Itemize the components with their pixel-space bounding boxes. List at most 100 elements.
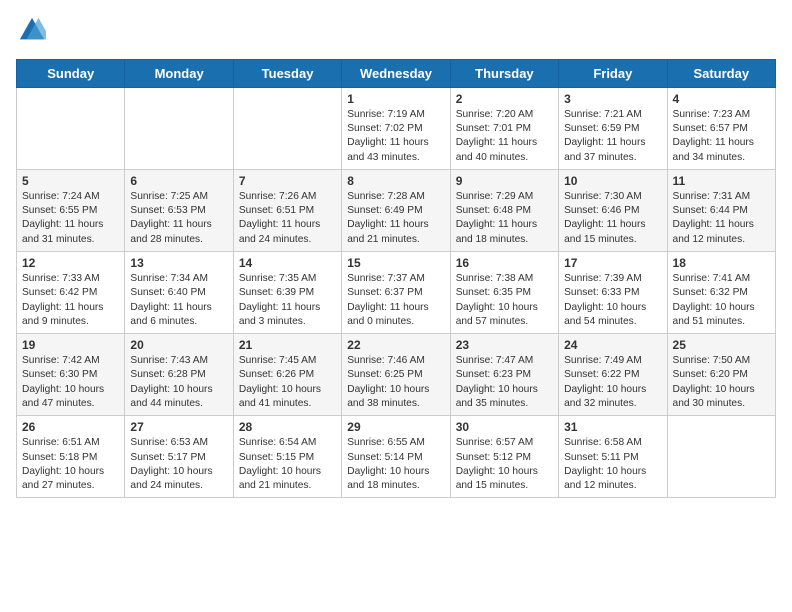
day-number: 20 <box>130 338 227 352</box>
day-number: 1 <box>347 92 444 106</box>
day-info: Sunrise: 7:41 AM Sunset: 6:32 PM Dayligh… <box>673 272 770 329</box>
calendar-cell: 13Sunrise: 7:34 AM Sunset: 6:40 PM Dayli… <box>125 252 233 334</box>
day-number: 7 <box>239 174 336 188</box>
day-number: 2 <box>456 92 553 106</box>
calendar-cell: 10 Sunrise: 7:30 AM Sunset: 6:46 PM Dayli… <box>559 169 667 251</box>
day-info: Sunrise: 6:54 AM Sunset: 5:15 PM Dayligh… <box>239 436 336 493</box>
day-info: Sunrise: 6:55 AM Sunset: 5:14 PM Dayligh… <box>347 436 444 493</box>
day-info: Sunrise: 6:51 AM Sunset: 5:18 PM Dayligh… <box>22 436 119 493</box>
day-info: Sunrise: 7:19 AM Sunset: 7:02 PM Dayligh… <box>347 108 444 165</box>
day-number: 26 <box>22 420 119 434</box>
day-info: Sunrise: 7:49 AM Sunset: 6:22 PM Dayligh… <box>564 354 661 411</box>
calendar-cell: 14Sunrise: 7:35 AM Sunset: 6:39 PM Dayli… <box>233 252 341 334</box>
calendar-cell <box>125 87 233 169</box>
day-number: 25 <box>673 338 770 352</box>
day-number: 13 <box>130 256 227 270</box>
day-number: 16 <box>456 256 553 270</box>
day-info: Sunrise: 7:37 AM Sunset: 6:37 PM Dayligh… <box>347 272 444 329</box>
day-info: Sunrise: 7:25 AM Sunset: 6:53 PM Dayligh… <box>130 190 227 247</box>
day-number: 4 <box>673 92 770 106</box>
calendar-cell: 22 Sunrise: 7:46 AM Sunset: 6:25 PM Dayli… <box>342 334 450 416</box>
day-number: 31 <box>564 420 661 434</box>
day-info: Sunrise: 7:39 AM Sunset: 6:33 PM Dayligh… <box>564 272 661 329</box>
calendar-cell: 8Sunrise: 7:28 AM Sunset: 6:49 PM Daylig… <box>342 169 450 251</box>
calendar-cell: 31 Sunrise: 6:58 AM Sunset: 5:11 PM Dayli… <box>559 416 667 498</box>
day-info: Sunrise: 7:28 AM Sunset: 6:49 PM Dayligh… <box>347 190 444 247</box>
day-info: Sunrise: 7:24 AM Sunset: 6:55 PM Dayligh… <box>22 190 119 247</box>
calendar-week-row: 12 Sunrise: 7:33 AM Sunset: 6:42 PM Dayli… <box>17 252 776 334</box>
day-number: 12 <box>22 256 119 270</box>
weekday-header-thursday: Thursday <box>450 59 558 87</box>
calendar-cell <box>667 416 775 498</box>
calendar-cell: 27Sunrise: 6:53 AM Sunset: 5:17 PM Dayli… <box>125 416 233 498</box>
weekday-header-wednesday: Wednesday <box>342 59 450 87</box>
calendar-cell: 20 Sunrise: 7:43 AM Sunset: 6:28 PM Dayli… <box>125 334 233 416</box>
calendar-week-row: 1 Sunrise: 7:19 AM Sunset: 7:02 PM Daylig… <box>17 87 776 169</box>
day-info: Sunrise: 7:43 AM Sunset: 6:28 PM Dayligh… <box>130 354 227 411</box>
calendar-cell: 6 Sunrise: 7:25 AM Sunset: 6:53 PM Daylig… <box>125 169 233 251</box>
weekday-header-saturday: Saturday <box>667 59 775 87</box>
day-info: Sunrise: 7:42 AM Sunset: 6:30 PM Dayligh… <box>22 354 119 411</box>
calendar-cell: 30 Sunrise: 6:57 AM Sunset: 5:12 PM Dayli… <box>450 416 558 498</box>
day-info: Sunrise: 6:58 AM Sunset: 5:11 PM Dayligh… <box>564 436 661 493</box>
calendar-cell: 18 Sunrise: 7:41 AM Sunset: 6:32 PM Dayli… <box>667 252 775 334</box>
day-number: 9 <box>456 174 553 188</box>
calendar-cell: 1 Sunrise: 7:19 AM Sunset: 7:02 PM Daylig… <box>342 87 450 169</box>
day-number: 24 <box>564 338 661 352</box>
calendar-cell: 3 Sunrise: 7:21 AM Sunset: 6:59 PM Daylig… <box>559 87 667 169</box>
day-info: Sunrise: 7:50 AM Sunset: 6:20 PM Dayligh… <box>673 354 770 411</box>
calendar-cell: 9Sunrise: 7:29 AM Sunset: 6:48 PM Daylig… <box>450 169 558 251</box>
calendar-cell: 25 Sunrise: 7:50 AM Sunset: 6:20 PM Dayli… <box>667 334 775 416</box>
day-info: Sunrise: 7:31 AM Sunset: 6:44 PM Dayligh… <box>673 190 770 247</box>
day-info: Sunrise: 6:57 AM Sunset: 5:12 PM Dayligh… <box>456 436 553 493</box>
calendar-cell: 7 Sunrise: 7:26 AM Sunset: 6:51 PM Daylig… <box>233 169 341 251</box>
day-number: 22 <box>347 338 444 352</box>
day-number: 6 <box>130 174 227 188</box>
day-info: Sunrise: 7:20 AM Sunset: 7:01 PM Dayligh… <box>456 108 553 165</box>
calendar-cell: 29Sunrise: 6:55 AM Sunset: 5:14 PM Dayli… <box>342 416 450 498</box>
calendar-cell <box>17 87 125 169</box>
weekday-header-tuesday: Tuesday <box>233 59 341 87</box>
day-number: 3 <box>564 92 661 106</box>
day-number: 18 <box>673 256 770 270</box>
logo <box>16 16 46 49</box>
day-info: Sunrise: 7:38 AM Sunset: 6:35 PM Dayligh… <box>456 272 553 329</box>
day-number: 10 <box>564 174 661 188</box>
day-info: Sunrise: 7:30 AM Sunset: 6:46 PM Dayligh… <box>564 190 661 247</box>
calendar-cell: 4Sunrise: 7:23 AM Sunset: 6:57 PM Daylig… <box>667 87 775 169</box>
calendar-cell: 15 Sunrise: 7:37 AM Sunset: 6:37 PM Dayli… <box>342 252 450 334</box>
calendar-cell: 17 Sunrise: 7:39 AM Sunset: 6:33 PM Dayli… <box>559 252 667 334</box>
calendar-cell: 11Sunrise: 7:31 AM Sunset: 6:44 PM Dayli… <box>667 169 775 251</box>
day-info: Sunrise: 7:33 AM Sunset: 6:42 PM Dayligh… <box>22 272 119 329</box>
calendar-cell: 23 Sunrise: 7:47 AM Sunset: 6:23 PM Dayli… <box>450 334 558 416</box>
day-number: 23 <box>456 338 553 352</box>
weekday-header-friday: Friday <box>559 59 667 87</box>
day-info: Sunrise: 6:53 AM Sunset: 5:17 PM Dayligh… <box>130 436 227 493</box>
calendar-header-row: SundayMondayTuesdayWednesdayThursdayFrid… <box>17 59 776 87</box>
day-number: 28 <box>239 420 336 434</box>
day-info: Sunrise: 7:26 AM Sunset: 6:51 PM Dayligh… <box>239 190 336 247</box>
page-header <box>16 16 776 49</box>
weekday-header-sunday: Sunday <box>17 59 125 87</box>
day-number: 19 <box>22 338 119 352</box>
calendar-cell: 19 Sunrise: 7:42 AM Sunset: 6:30 PM Dayli… <box>17 334 125 416</box>
calendar-week-row: 26 Sunrise: 6:51 AM Sunset: 5:18 PM Dayli… <box>17 416 776 498</box>
day-info: Sunrise: 7:47 AM Sunset: 6:23 PM Dayligh… <box>456 354 553 411</box>
day-number: 17 <box>564 256 661 270</box>
day-number: 14 <box>239 256 336 270</box>
day-number: 21 <box>239 338 336 352</box>
logo-icon <box>18 16 46 44</box>
calendar-week-row: 5 Sunrise: 7:24 AM Sunset: 6:55 PM Daylig… <box>17 169 776 251</box>
day-info: Sunrise: 7:45 AM Sunset: 6:26 PM Dayligh… <box>239 354 336 411</box>
day-info: Sunrise: 7:46 AM Sunset: 6:25 PM Dayligh… <box>347 354 444 411</box>
calendar-cell: 12 Sunrise: 7:33 AM Sunset: 6:42 PM Dayli… <box>17 252 125 334</box>
calendar-table: SundayMondayTuesdayWednesdayThursdayFrid… <box>16 59 776 499</box>
calendar-cell: 21 Sunrise: 7:45 AM Sunset: 6:26 PM Dayli… <box>233 334 341 416</box>
day-number: 15 <box>347 256 444 270</box>
day-number: 30 <box>456 420 553 434</box>
calendar-cell: 16 Sunrise: 7:38 AM Sunset: 6:35 PM Dayli… <box>450 252 558 334</box>
day-number: 5 <box>22 174 119 188</box>
calendar-cell: 26 Sunrise: 6:51 AM Sunset: 5:18 PM Dayli… <box>17 416 125 498</box>
calendar-cell: 5 Sunrise: 7:24 AM Sunset: 6:55 PM Daylig… <box>17 169 125 251</box>
day-info: Sunrise: 7:21 AM Sunset: 6:59 PM Dayligh… <box>564 108 661 165</box>
